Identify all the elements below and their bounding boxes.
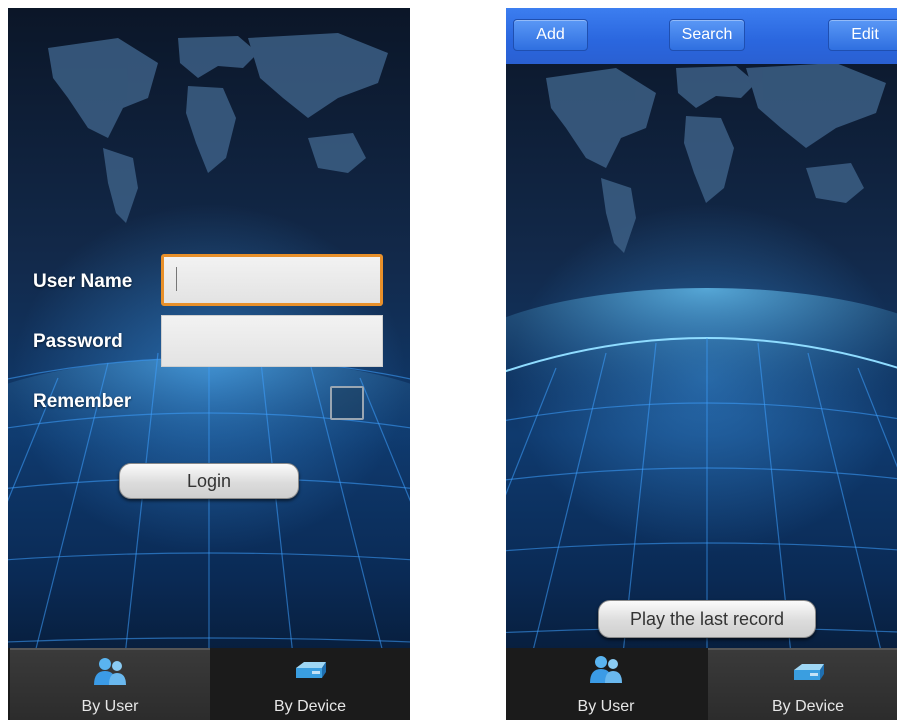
login-button[interactable]: Login [119,463,299,499]
remember-checkbox[interactable] [330,386,364,420]
users-icon [94,658,126,685]
add-button[interactable]: Add [513,19,588,51]
device-icon [296,662,326,678]
list-screen: Add Search Edit Play the last record By … [506,8,897,720]
tab-by-user[interactable]: By User [10,648,210,720]
tab-by-device[interactable]: By Device [708,648,897,720]
password-field[interactable] [161,315,383,367]
username-field[interactable] [161,254,383,306]
tab-by-device[interactable]: By Device [210,648,410,720]
tab-label-by-user: By User [577,698,635,715]
edit-button[interactable]: Edit [828,19,897,51]
play-last-record-button[interactable]: Play the last record [598,600,816,638]
tab-label-by-device: By Device [771,698,845,715]
username-label: User Name [33,271,133,292]
device-icon [794,664,824,680]
search-button[interactable]: Search [669,19,745,51]
top-toolbar: Add Search Edit [506,8,897,64]
users-icon [590,656,622,683]
tab-by-user[interactable]: By User [506,648,706,720]
bottom-tab-bar: By User By Device [506,648,897,720]
tab-label-by-device: By Device [273,698,347,715]
bottom-tab-bar: By User By Device [8,648,410,720]
remember-label: Remember [33,391,132,412]
tab-label-by-user: By User [81,698,139,715]
login-screen: User Name Password Remember Login By Use… [8,8,410,720]
password-label: Password [33,331,123,352]
text-caret [176,267,177,291]
